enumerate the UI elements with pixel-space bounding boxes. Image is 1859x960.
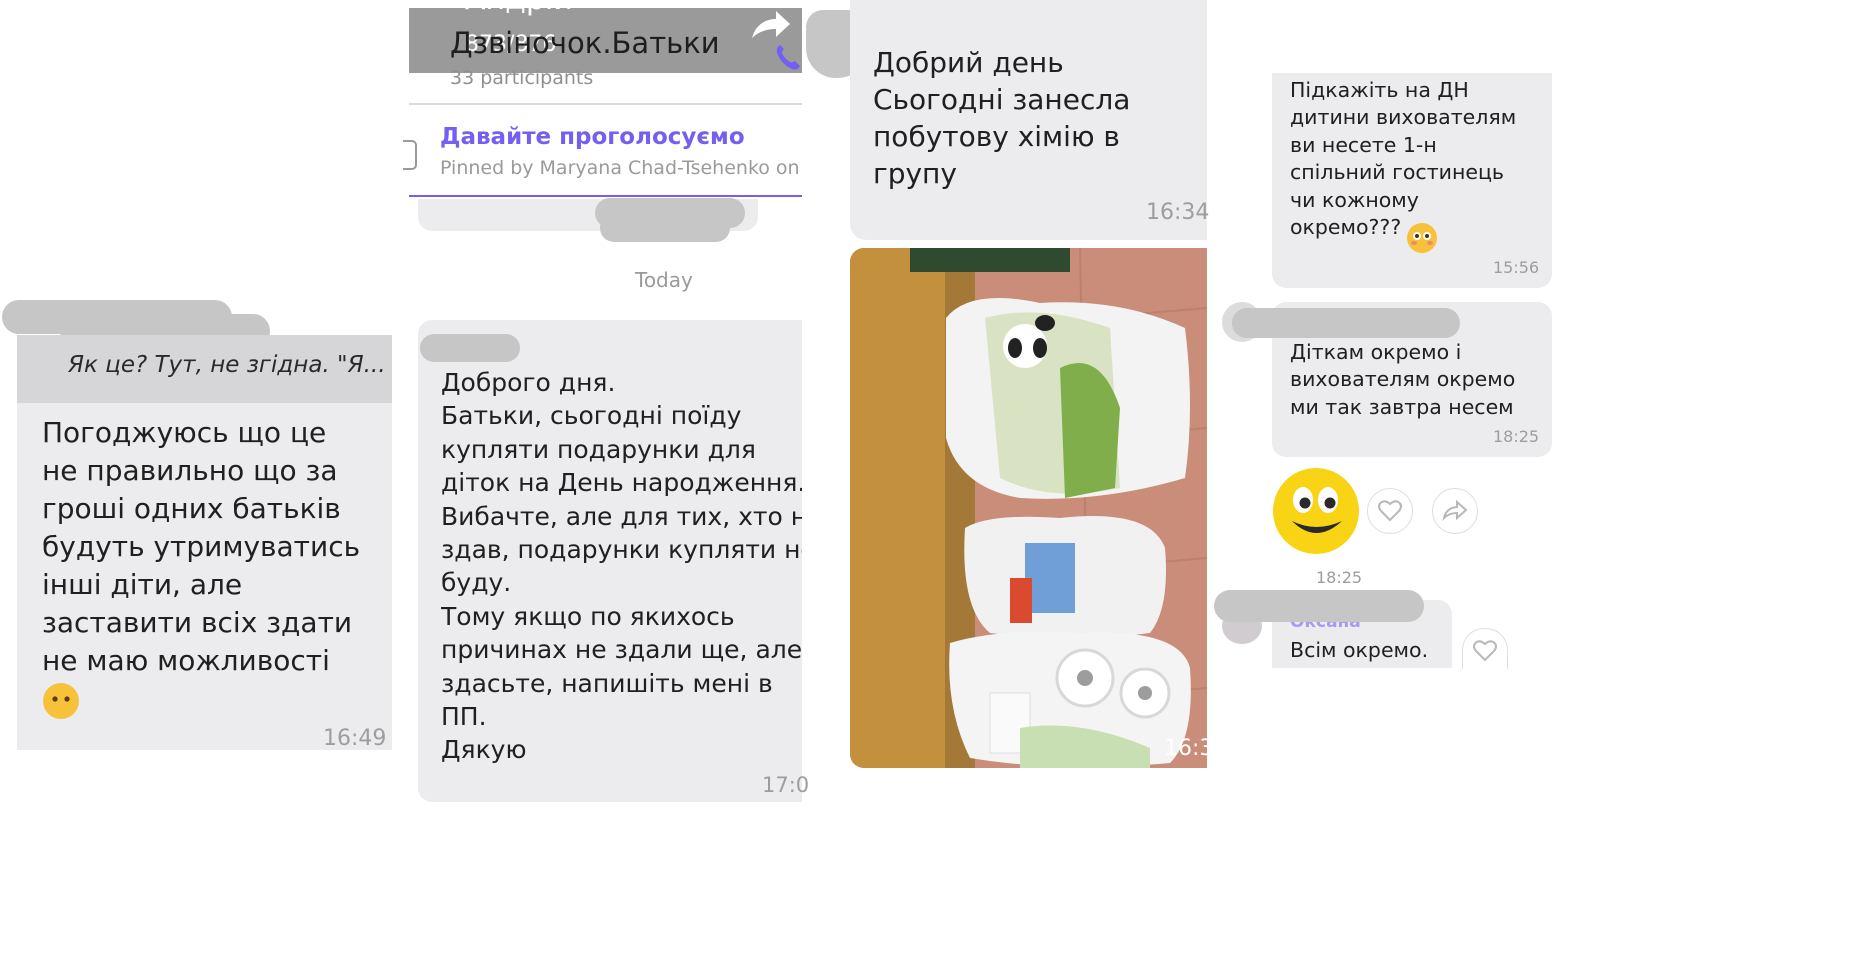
message-time: 17:0: [762, 773, 810, 797]
redacted-content-2: [600, 214, 730, 242]
forward-icon[interactable]: [748, 8, 792, 42]
participants-count: 33 participants: [450, 67, 594, 89]
message-text: Добрий день Сьогодні занесла побутову хі…: [873, 46, 1131, 190]
sticker-time: 18:25: [1316, 568, 1363, 587]
reply-quote-text: Як це? Тут, не згідна. "Я...: [68, 352, 386, 378]
smiley-sticker[interactable]: [1272, 467, 1360, 555]
pinned-message-title[interactable]: Давайте проголосуємо: [440, 124, 745, 150]
like-heart-icon[interactable]: [1462, 628, 1508, 669]
redacted-sender-name: [1214, 590, 1424, 622]
message-text: Погоджуюсь що це не правильно що за грош…: [42, 416, 361, 677]
photo-time: 16:3: [1164, 736, 1214, 761]
pinned-bar-underline: [409, 195, 802, 197]
message-bubble-top-edge: [1272, 0, 1552, 73]
message-text: Доброго дня. Батьки, сьогодні поїду купл…: [441, 368, 802, 765]
message-time: 16:49: [323, 726, 387, 751]
like-heart-icon[interactable]: [1367, 488, 1413, 534]
message-time: 18:25: [1493, 427, 1540, 446]
message-time: 16:34: [1146, 200, 1210, 225]
header-divider: [409, 103, 802, 105]
call-icon[interactable]: [774, 42, 802, 72]
message-text: Підкажіть на ДН дитини вихователям ви не…: [1290, 78, 1517, 240]
date-divider: Today: [635, 268, 693, 292]
flushed-face-emoji-icon: [1406, 222, 1438, 254]
header-name-partial: Андрій: [465, 0, 573, 17]
message-time: 15:56: [1493, 258, 1540, 277]
redacted-sender-name-overlay: [1232, 308, 1460, 338]
message-text: Діткам окремо і вихователям окремо ми та…: [1290, 340, 1516, 419]
redacted-sender-name: [420, 334, 520, 362]
neutral-face-emoji-icon: [42, 682, 80, 720]
message-text: Всім окремо.: [1290, 638, 1429, 662]
chat-title: Дзвіночок.Батьки: [450, 26, 720, 60]
share-icon[interactable]: [1432, 488, 1478, 534]
pinned-checkbox[interactable]: [403, 140, 417, 170]
pinned-by-text: Pinned by Maryana Chad-Tsehenko on: [440, 157, 800, 179]
photo-message[interactable]: [850, 248, 1207, 768]
